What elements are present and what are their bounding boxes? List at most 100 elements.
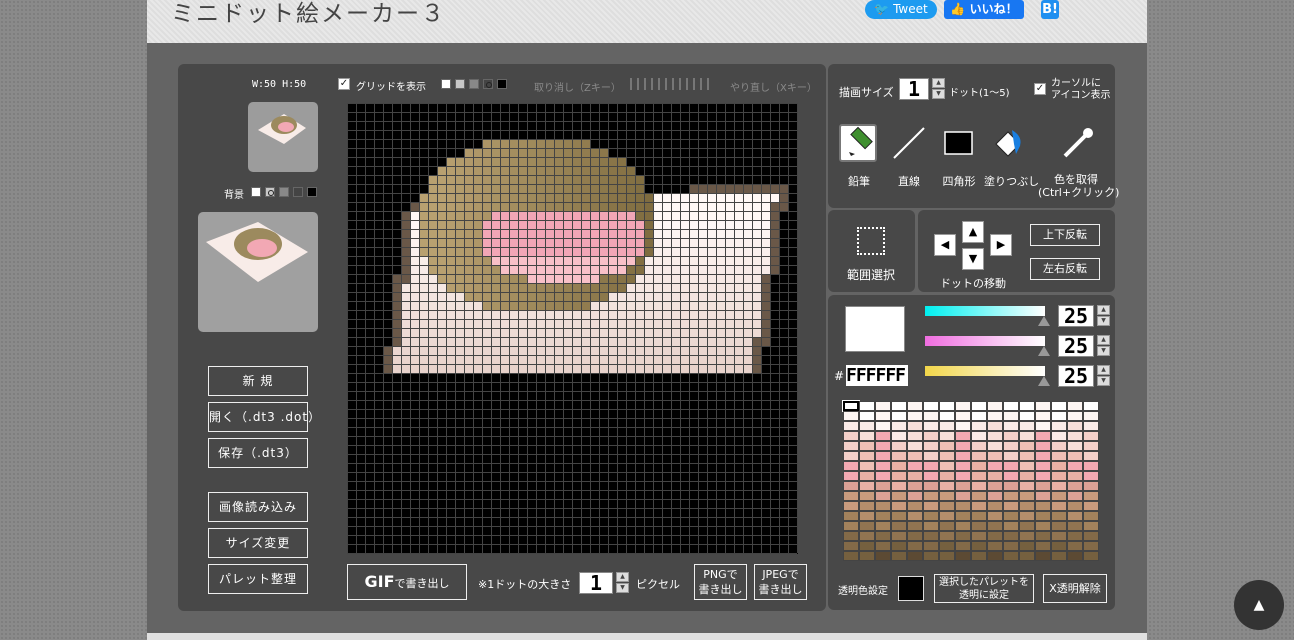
palette-color[interactable] [923,421,939,431]
palette-color[interactable] [1067,521,1083,531]
palette-color[interactable] [1035,541,1051,551]
palette-color[interactable] [1019,531,1035,541]
palette-color[interactable] [955,481,971,491]
palette-color[interactable] [939,431,955,441]
palette-color[interactable] [971,541,987,551]
palette-color[interactable] [987,521,1003,531]
palette-color[interactable] [1083,481,1099,491]
palette-color[interactable] [843,491,859,501]
palette-color[interactable] [1067,491,1083,501]
palette-color[interactable] [1051,401,1067,411]
palette-color[interactable] [859,441,875,451]
palette-color[interactable] [1083,491,1099,501]
palette-color[interactable] [859,471,875,481]
cyan-value-input[interactable]: 25 [1058,305,1094,327]
palette-color[interactable] [1019,451,1035,461]
palette-color[interactable] [1067,551,1083,561]
palette-color[interactable] [859,521,875,531]
palette-color[interactable] [1067,501,1083,511]
palette-color[interactable] [859,491,875,501]
palette-color[interactable] [891,411,907,421]
palette-color[interactable] [1019,461,1035,471]
palette-color[interactable] [955,421,971,431]
palette-color[interactable] [939,411,955,421]
palette-color[interactable] [1083,411,1099,421]
palette-color[interactable] [1051,431,1067,441]
palette-color[interactable] [987,401,1003,411]
export-jpeg-button[interactable]: JPEGで 書き出し [754,564,807,600]
palette-color[interactable] [843,481,859,491]
palette-color[interactable] [875,471,891,481]
palette-color[interactable] [1067,461,1083,471]
palette-color[interactable] [1051,511,1067,521]
redo-button[interactable]: やり直し（Xキー） [730,79,817,94]
background-color-swatch[interactable] [293,187,303,197]
palette-color[interactable] [875,401,891,411]
palette-color[interactable] [1051,551,1067,561]
palette-color[interactable] [939,551,955,561]
palette-color[interactable] [939,541,955,551]
palette-color[interactable] [1051,481,1067,491]
palette-color[interactable] [1019,521,1035,531]
palette-color[interactable] [1083,441,1099,451]
palette-color[interactable] [955,501,971,511]
palette-color[interactable] [1003,431,1019,441]
palette-color[interactable] [955,451,971,461]
selection-tool[interactable] [857,227,885,255]
palette-color[interactable] [939,401,955,411]
palette-color[interactable] [939,501,955,511]
palette-color[interactable] [1083,521,1099,531]
palette-color[interactable] [1067,421,1083,431]
palette-color[interactable] [859,511,875,521]
hatena-bookmark-button[interactable]: B! [1041,0,1059,19]
palette-color[interactable] [1003,551,1019,561]
fill-tool[interactable] [990,124,1028,162]
pixel-canvas[interactable] [347,103,798,554]
palette-color[interactable] [907,481,923,491]
dot-size-stepper[interactable]: ▲ ▼ [616,572,629,594]
palette-color[interactable] [907,451,923,461]
palette-color[interactable] [923,521,939,531]
palette-color[interactable] [1003,521,1019,531]
palette-color[interactable] [859,431,875,441]
palette-color[interactable] [923,431,939,441]
cyan-slider[interactable] [925,306,1045,316]
palette-color[interactable] [987,451,1003,461]
facebook-like-button[interactable]: 👍 いいね！ [944,0,1024,19]
palette-color[interactable] [843,531,859,541]
palette-color[interactable] [1051,471,1067,481]
magenta-stepper[interactable]: ▲ ▼ [1097,335,1110,357]
palette-color[interactable] [875,421,891,431]
palette-color[interactable] [1035,461,1051,471]
palette-color[interactable] [955,411,971,421]
resize-button[interactable]: サイズ変更 [208,528,308,558]
palette-color[interactable] [1035,511,1051,521]
palette-color[interactable] [907,441,923,451]
palette-color[interactable] [891,541,907,551]
palette-color[interactable] [1035,411,1051,421]
palette-color[interactable] [1067,411,1083,421]
palette-color[interactable] [907,471,923,481]
palette-color[interactable] [1067,481,1083,491]
palette-color[interactable] [875,431,891,441]
palette-color[interactable] [907,401,923,411]
brush-size-input[interactable]: 1 [899,78,929,100]
palette-color[interactable] [1083,511,1099,521]
palette-color[interactable] [1083,431,1099,441]
palette-color[interactable] [843,511,859,521]
palette-color[interactable] [907,551,923,561]
palette-color[interactable] [1003,491,1019,501]
palette-color[interactable] [843,421,859,431]
grid-color-swatch[interactable] [441,79,451,89]
palette-color[interactable] [1019,441,1035,451]
palette-color[interactable] [987,501,1003,511]
move-up-button[interactable]: ▲ [962,221,984,243]
palette-color[interactable] [1083,401,1099,411]
palette-color[interactable] [955,461,971,471]
palette-color[interactable] [971,531,987,541]
palette-color[interactable] [939,461,955,471]
palette-color[interactable] [1067,441,1083,451]
pixel-grid-svg[interactable] [347,103,798,554]
background-color-swatch[interactable] [265,187,275,197]
rectangle-tool[interactable] [940,124,978,162]
